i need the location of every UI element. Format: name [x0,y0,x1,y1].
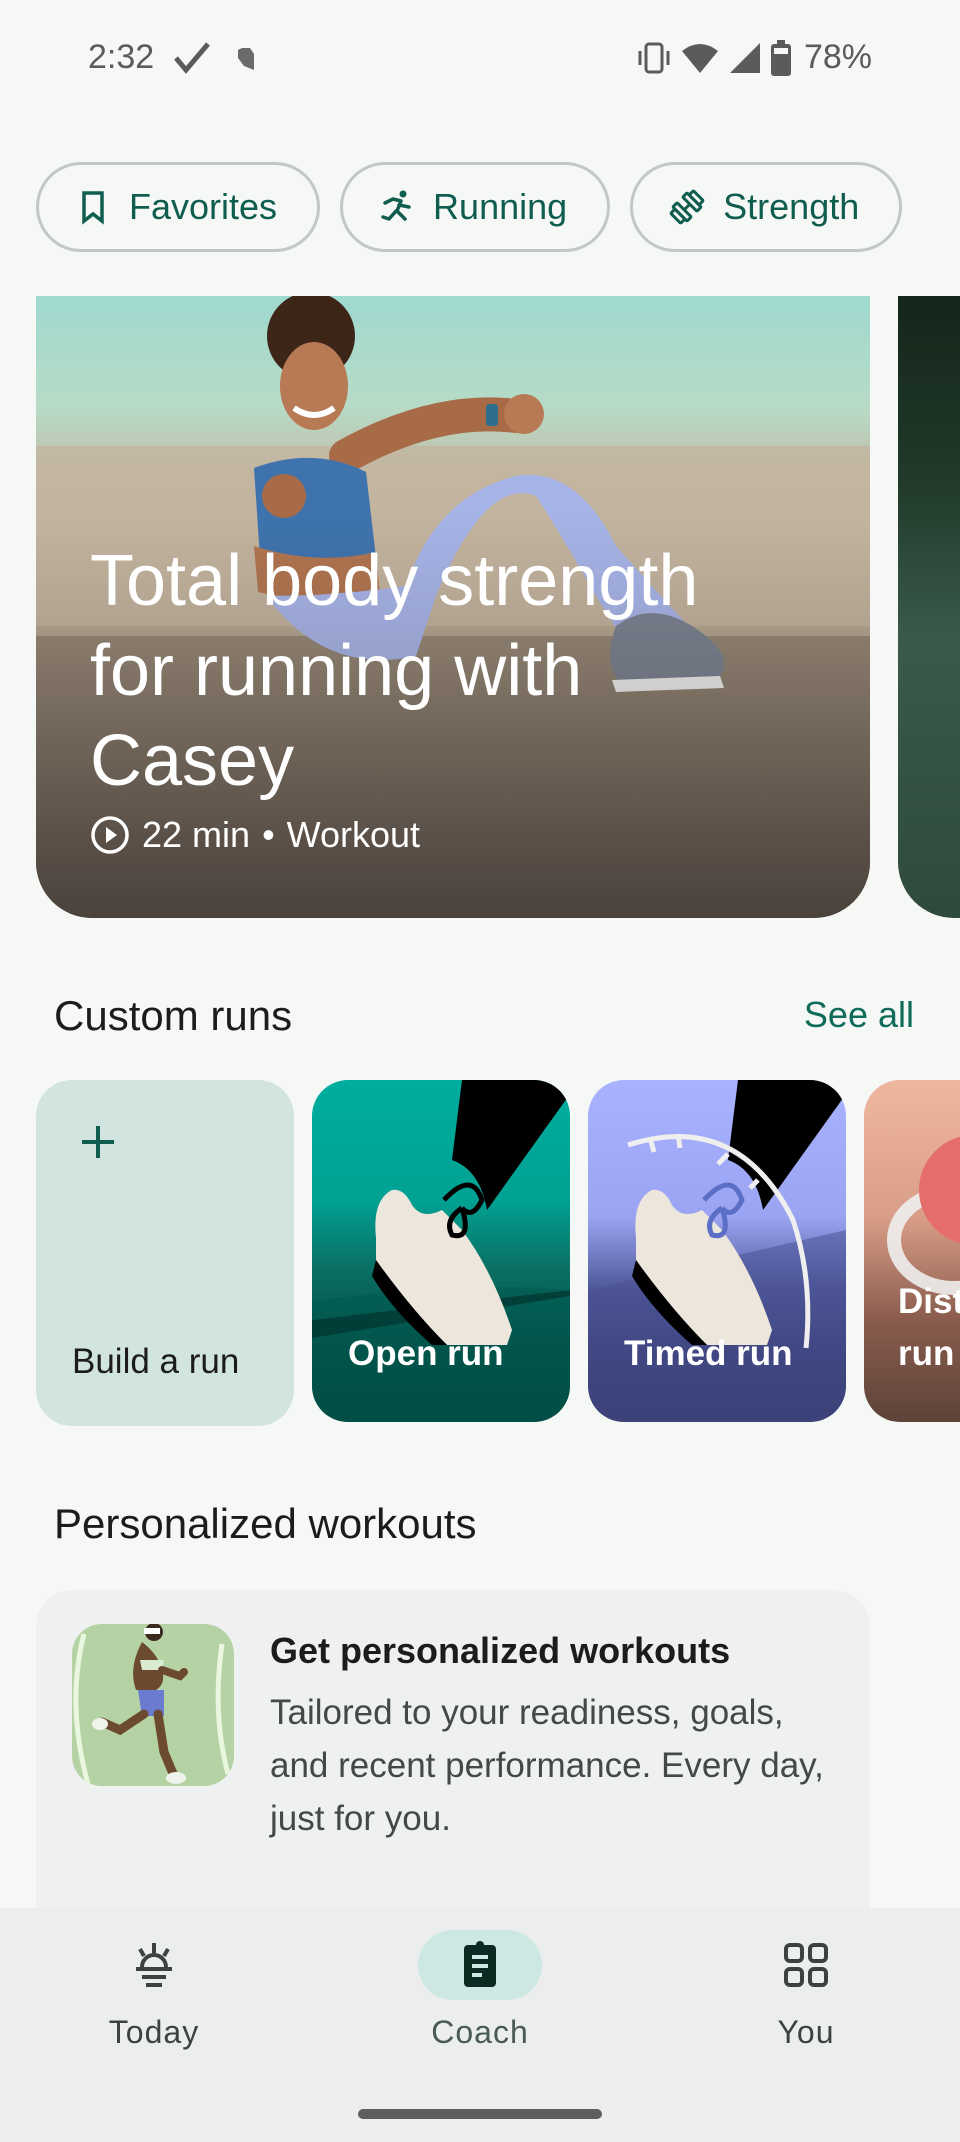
run-card-label: Open run [348,1334,504,1373]
chip-strength[interactable]: Strength [630,162,903,252]
bottom-navigation: Today Coach You [0,1908,960,2142]
nav-icon-container [744,1930,868,2000]
nav-label: Coach [431,2014,529,2050]
wifi-icon [681,43,718,73]
runner-illustration [72,1624,234,1786]
dumbbell-icon [669,189,705,225]
run-card-label: Timed run [624,1334,793,1373]
nav-today[interactable]: Today [54,1930,254,2051]
personalized-section-title: Personalized workouts [54,1500,477,1547]
chip-label: Strength [723,186,860,227]
plus-icon [82,1126,114,1158]
battery-icon [770,39,791,76]
timed-run-card[interactable]: Timed run [588,1080,846,1422]
notification-icon [238,48,254,70]
nav-label: Today [108,2014,200,2050]
custom-runs-title: Custom runs [54,992,293,1039]
chip-label: Running [433,186,568,227]
nav-you[interactable]: You [706,1930,906,2051]
vibrate-icon [638,42,670,73]
personalized-card-description: Tailored to your readiness, goals, and r… [270,1693,824,1838]
status-time: 2:32 [88,38,155,76]
status-icons: 78% [636,38,872,77]
home-indicator[interactable] [358,2109,602,2119]
chip-running[interactable]: Running [340,162,611,252]
open-run-card[interactable]: Open run [312,1080,570,1422]
distance-run-card[interactable]: Distance run [864,1080,960,1422]
check-icon [174,42,210,74]
nav-icon-container [92,1930,216,2000]
runner-image [73,1624,231,1785]
grid-icon [784,1943,828,1987]
run-card-label: Build a run [72,1342,240,1381]
battery-percent: 78% [803,38,872,76]
status-bar: 2:32 78% [0,0,960,120]
personalized-card-title: Get personalized workouts [270,1630,731,1671]
bookmark-icon [82,191,104,225]
chip-favorites[interactable]: Favorites [36,162,321,252]
running-icon [381,190,411,221]
build-a-run-card[interactable]: Build a run [36,1080,294,1426]
personalized-workouts-card[interactable]: Get personalized workouts Tailored to yo… [36,1590,870,1930]
custom-runs-carousel: Build a run Open run Timed run Dist run [36,1080,960,1426]
nav-icon-container [418,1930,542,2000]
next-featured-card-peek[interactable] [898,296,960,918]
nav-coach[interactable]: Coach [380,1930,580,2051]
chip-label: Favorites [129,186,278,227]
featured-title: Total body strength for running with Cas… [90,541,699,801]
run-card-label: Distance run [898,1282,960,1373]
signal-icon [729,42,760,73]
clipboard-icon [464,1941,496,1987]
featured-meta: 22 min • Workout [90,814,420,856]
featured-duration: 22 min [142,814,251,855]
nav-label: You [777,2014,835,2050]
meta-separator: • [262,814,275,855]
featured-type: Workout [286,814,421,855]
filter-chips: Favorites Running Strength [36,162,903,252]
featured-workout-card[interactable]: Total body strength for running with Cas… [36,296,870,918]
see-all-link[interactable]: See all [804,994,914,1036]
sunrise-icon [136,1943,172,1987]
play-circle-icon [91,816,129,854]
